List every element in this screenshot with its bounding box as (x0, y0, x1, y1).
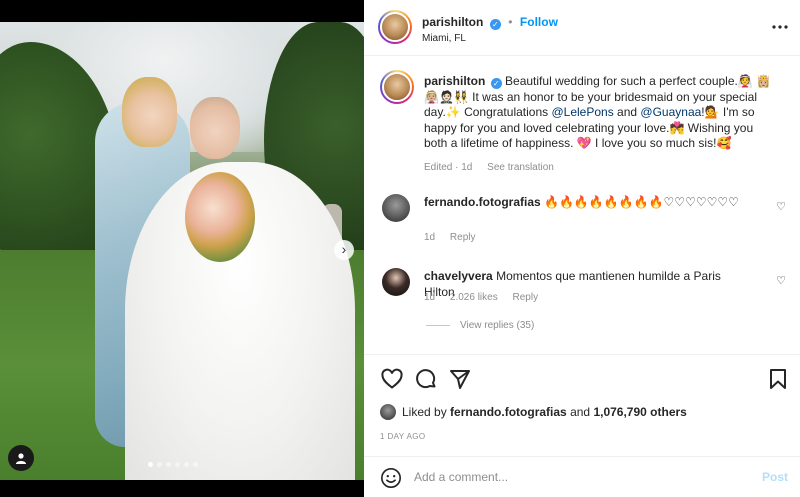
edited-time: Edited · 1d (424, 162, 473, 173)
caption-emoji: 👰 (737, 74, 753, 88)
avatar-image (380, 12, 410, 42)
photo-bride-head (190, 97, 240, 159)
post-side-panel: parishilton ✓ • Follow Miami, FL parishi… (364, 0, 800, 497)
commenter-avatar[interactable] (382, 194, 410, 222)
verified-badge-icon: ✓ (489, 19, 501, 30)
carousel-dot (175, 462, 180, 467)
post-photo[interactable] (0, 22, 364, 480)
caption-emoji: 💖 (576, 136, 592, 150)
mention-link[interactable]: @Guaynaa (640, 105, 701, 119)
caption-meta: Edited · 1d See translation (424, 162, 566, 173)
comment-reply-button[interactable]: Reply (513, 292, 539, 303)
comment-reply-button[interactable]: Reply (450, 232, 476, 243)
caption-avatar[interactable] (380, 70, 414, 104)
caption-part: Beautiful wedding for such a perfect cou… (505, 74, 738, 88)
separator-dot: • (508, 15, 513, 29)
comment-input[interactable]: Add a comment... (414, 470, 508, 484)
bookmark-icon[interactable] (766, 367, 790, 391)
commenter-avatar[interactable] (382, 268, 410, 296)
add-comment-bar: Add a comment... Post (364, 456, 800, 497)
follow-button[interactable]: Follow (520, 15, 558, 29)
caption-username[interactable]: parishilton (424, 74, 485, 88)
liked-by-label: Liked by (402, 405, 447, 419)
caption-part: I love you so much sis! (591, 136, 717, 150)
comment-text: fernando.fotografias 🔥🔥🔥🔥🔥🔥🔥🔥♡♡♡♡♡♡♡ (424, 194, 754, 210)
post-comment-button[interactable]: Post (762, 470, 788, 484)
avatar-image (382, 72, 412, 102)
share-icon[interactable] (448, 367, 472, 391)
post-photo-panel: › (0, 0, 364, 497)
carousel-dot (148, 462, 153, 467)
liker-avatar[interactable] (380, 404, 396, 420)
replies-divider (426, 325, 450, 326)
author-avatar[interactable] (378, 10, 412, 44)
comment-likes[interactable]: 2.026 likes (450, 292, 498, 303)
chevron-right-icon: › (341, 241, 347, 257)
caption-emoji: 🥰 (716, 136, 732, 150)
user-icon (16, 453, 26, 464)
heart-icon[interactable] (380, 367, 404, 391)
carousel-dot (184, 462, 189, 467)
header-user-line: parishilton ✓ • Follow (422, 13, 558, 31)
see-translation-link[interactable]: See translation (487, 162, 554, 173)
caption-part: ✨ Congratulations (445, 105, 552, 119)
comment-like-heart-icon[interactable]: ♡ (776, 200, 786, 213)
caption-text: parishilton ✓ Beautiful wedding for such… (424, 74, 776, 152)
verified-badge-icon: ✓ (490, 78, 502, 89)
comment-time: 1d (424, 232, 436, 243)
caption-part: and (613, 105, 641, 119)
view-replies-label: View replies (35) (460, 320, 535, 331)
comment-meta: 1d 2.026 likes Reply (424, 292, 550, 303)
emoji-icon[interactable] (380, 467, 402, 489)
liker-username[interactable]: fernando.fotografias (450, 405, 567, 419)
view-replies-button[interactable]: View replies (35) (426, 320, 534, 331)
comment-time: 1d (424, 292, 436, 303)
author-username[interactable]: parishilton (422, 15, 483, 29)
post-date[interactable]: 1 DAY AGO (380, 432, 426, 441)
post-actions-bar (364, 354, 800, 404)
likes-summary: Liked by fernando.fotografias and 1,076,… (380, 404, 687, 420)
caption-emoji: 💏 (669, 120, 685, 135)
carousel-dot (157, 462, 162, 467)
comment-meta: 1d Reply (424, 232, 487, 243)
comment-body: 🔥🔥🔥🔥🔥🔥🔥🔥♡♡♡♡♡♡♡ (544, 195, 739, 209)
liked-and-label: and (570, 405, 591, 419)
carousel-dot (166, 462, 171, 467)
comment-like-heart-icon[interactable]: ♡ (776, 274, 786, 287)
carousel-next-button[interactable]: › (334, 240, 354, 260)
comment-icon[interactable] (414, 367, 438, 391)
photo-bridesmaid-head (122, 77, 177, 147)
mention-link[interactable]: @LelePons (551, 105, 613, 119)
photo-bouquet (185, 172, 255, 262)
comment-username[interactable]: fernando.fotografias (424, 195, 541, 209)
carousel-indicator (148, 462, 198, 467)
comment-username[interactable]: chavelyvera (424, 269, 493, 283)
tagged-users-button[interactable] (8, 445, 34, 471)
carousel-dot (193, 462, 198, 467)
post-location[interactable]: Miami, FL (422, 33, 466, 44)
more-options-icon[interactable] (772, 16, 788, 34)
post-header: parishilton ✓ • Follow Miami, FL (364, 0, 800, 56)
likes-count[interactable]: 1,076,790 others (593, 405, 686, 419)
